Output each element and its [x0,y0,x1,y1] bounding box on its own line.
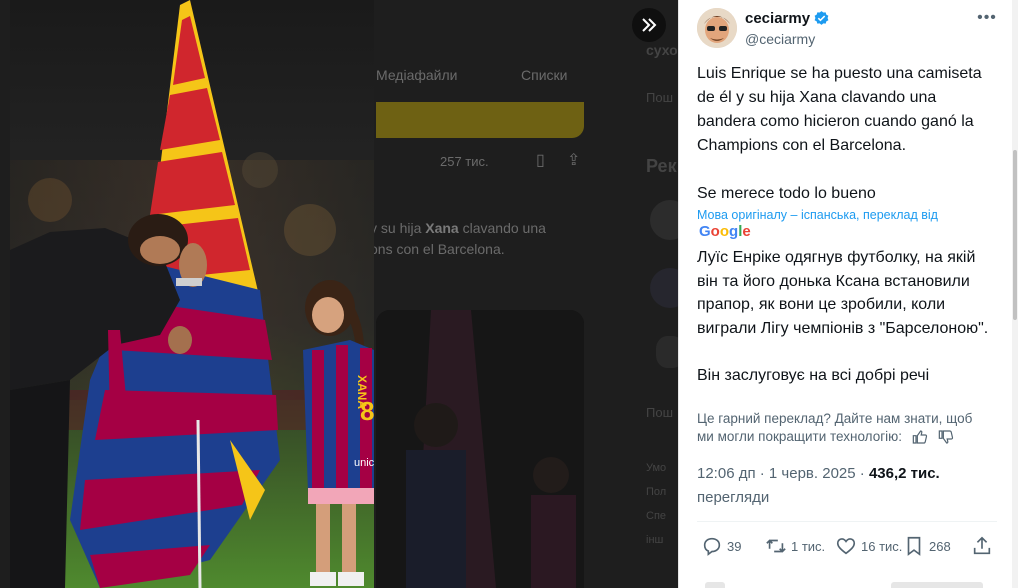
thumbs-down-icon[interactable] [938,429,954,445]
bg-right-avatar-2 [650,268,678,308]
bg-bookmark-icon: ▯ [536,152,545,169]
tweet-actions: 39 1 тис. 16 тис. 268 [697,532,997,560]
repost-button[interactable]: 1 тис. [765,532,825,560]
collapse-panel-button[interactable] [632,8,666,42]
reply-icon [703,537,721,556]
thumbs-up-icon[interactable] [912,429,928,445]
more-options-button[interactable]: ••• [975,6,999,30]
verified-badge-icon [814,11,829,25]
bg-footer-1: Умо [646,462,667,474]
bookmark-icon [907,536,921,556]
reply-count: 39 [727,538,742,554]
translation-note: Мова оригіналу – іспанська, переклад від [697,208,938,222]
bg-media-card [376,310,584,588]
like-count: 16 тис. [861,538,903,554]
divider [697,521,997,522]
tweet-time[interactable]: 12:06 дп · 1 черв. 2025 · [697,465,865,482]
like-button[interactable]: 16 тис. [835,532,902,560]
heart-icon [836,538,856,555]
bg-snippet-line2: ons con el Barcelona. [370,241,505,257]
jersey-number: 8 [360,396,374,426]
avatar-image [697,8,737,48]
reply-button[interactable]: 39 [701,532,741,560]
double-chevron-right-icon [642,18,657,32]
bg-card-image [376,310,584,588]
tweet-text: Luis Enrique se ha puesto una camiseta d… [697,65,982,202]
tweet-meta: 12:06 дп · 1 черв. 2025 · 436,2 тис. пер… [697,462,997,510]
translation-feedback: Це гарний переклад? Дайте нам знати, щоб… [697,410,987,446]
jersey-sponsor: unicef [354,457,374,469]
display-name[interactable]: ceciarmy [745,10,830,27]
share-button[interactable] [971,532,993,560]
bg-right-link: Пош [646,90,674,105]
views-count: 436,2 тис. [868,465,940,482]
bg-right-top: сухо [646,42,678,58]
bookmark-count: 268 [929,538,951,554]
repost-count: 1 тис. [791,538,826,554]
avatar[interactable] [697,8,737,48]
bg-footer-3: Спе [646,510,667,522]
bg-tab-lists: Списки [521,67,568,83]
bg-footer-2: Пол [646,486,667,498]
tweet-photo[interactable]: XANA 8 unicef [10,0,374,588]
bg-snippet-line1: y su hija Xana clavando una [370,220,546,236]
scrollbar-thumb[interactable] [1013,150,1017,320]
repost-icon [766,539,786,553]
bg-right-heading: Рек [646,156,677,176]
bg-right-avatar-3 [656,336,678,368]
bg-share-icon: ⇪ [567,152,581,169]
bookmark-button[interactable]: 268 [903,532,951,560]
tweet-panel: ceciarmy @ceciarmy ••• Luis Enrique se h… [678,0,1018,588]
bg-right-link-2: Пош [646,405,674,420]
bg-banner [376,102,584,138]
share-icon [973,536,991,555]
bottom-edge-right [891,582,983,588]
user-handle[interactable]: @ceciarmy [745,31,815,47]
photo-illustration: XANA 8 unicef [10,0,374,588]
bg-stats-count: 257 тис. [440,154,489,169]
bg-tab-media: Медіафайли [376,67,458,83]
google-logo: Google [699,223,751,240]
bottom-edge-left [705,582,725,588]
more-dots-icon: ••• [977,9,997,26]
translated-text: Луїс Енріке одягнув футболку, на якій ві… [697,249,989,384]
bg-right-avatar-1 [650,200,678,240]
translation-feedback-text: Це гарний переклад? Дайте нам знати, щоб… [697,411,973,444]
display-name-text[interactable]: ceciarmy [745,10,810,27]
views-label: перегляди [697,489,770,506]
bg-footer-4: інш [646,534,664,546]
